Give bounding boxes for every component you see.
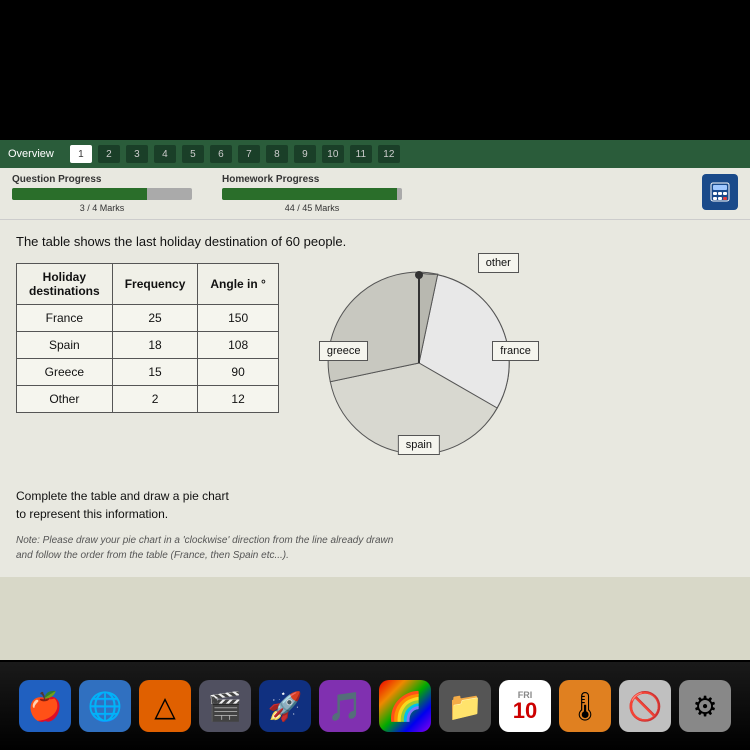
nav-num-4[interactable]: 4	[154, 145, 176, 163]
table-row: Greece 15 90	[17, 359, 279, 386]
dock-calendar[interactable]: FRI 10	[499, 680, 551, 732]
col-header-angle: Angle in °	[198, 264, 278, 305]
nav-num-5[interactable]: 5	[182, 145, 204, 163]
homework-progress-value: 44 / 45 Marks	[222, 203, 402, 213]
question-progress-value: 3 / 4 Marks	[12, 203, 192, 213]
homework-progress-fill	[222, 188, 397, 200]
dock-safari[interactable]: 🌐	[79, 680, 131, 732]
dock-finder[interactable]: 🍎	[19, 680, 71, 732]
dock-launchpad[interactable]: 🚀	[259, 680, 311, 732]
calculator-icon[interactable]	[702, 174, 738, 210]
question-text: The table shows the last holiday destina…	[16, 234, 734, 249]
pie-label-other: other	[478, 253, 519, 273]
nav-num-7[interactable]: 7	[238, 145, 260, 163]
cell-greece-angle: 90	[198, 359, 278, 386]
pie-chart-container: other france greece spain	[309, 253, 529, 473]
cell-other: Other	[17, 386, 113, 413]
cell-other-angle: 12	[198, 386, 278, 413]
question-progress-label: Question Progress	[12, 174, 192, 185]
pie-label-france: france	[492, 341, 539, 361]
table-row: Spain 18 108	[17, 332, 279, 359]
question-progress-fill	[12, 188, 147, 200]
nav-num-3[interactable]: 3	[126, 145, 148, 163]
nav-num-6[interactable]: 6	[210, 145, 232, 163]
homework-progress-block: Homework Progress 44 / 45 Marks	[222, 174, 402, 213]
cell-other-freq: 2	[112, 386, 198, 413]
nav-num-9[interactable]: 9	[294, 145, 316, 163]
dock-weather[interactable]: 🌡	[559, 680, 611, 732]
content-area: The table shows the last holiday destina…	[0, 220, 750, 577]
cell-spain-angle: 108	[198, 332, 278, 359]
nav-num-12[interactable]: 12	[378, 145, 400, 163]
dock-no[interactable]: 🚫	[619, 680, 671, 732]
question-progress-block: Question Progress 3 / 4 Marks	[12, 174, 192, 213]
dock-files[interactable]: 📁	[439, 680, 491, 732]
table-chart-row: Holidaydestinations Frequency Angle in °…	[16, 263, 734, 473]
dock-appstore[interactable]: △	[139, 680, 191, 732]
dock-siri[interactable]: 🎵	[319, 680, 371, 732]
homework-progress-bar	[222, 188, 402, 200]
col-header-frequency: Frequency	[112, 264, 198, 305]
cell-france-freq: 25	[112, 305, 198, 332]
homework-progress-label: Homework Progress	[222, 174, 402, 185]
cell-greece: Greece	[17, 359, 113, 386]
nav-bar: Overview 1 2 3 4 5 6 7 8 9 10 11 12	[0, 140, 750, 168]
nav-num-1[interactable]: 1	[70, 145, 92, 163]
nav-num-8[interactable]: 8	[266, 145, 288, 163]
nav-num-10[interactable]: 10	[322, 145, 344, 163]
data-table: Holidaydestinations Frequency Angle in °…	[16, 263, 279, 413]
nav-num-2[interactable]: 2	[98, 145, 120, 163]
cell-spain-freq: 18	[112, 332, 198, 359]
cell-france-angle: 150	[198, 305, 278, 332]
note-text: Note: Please draw your pie chart in a 'c…	[16, 533, 734, 563]
dock-color[interactable]: 🌈	[379, 680, 431, 732]
nav-overview[interactable]: Overview	[8, 148, 54, 160]
table-row: France 25 150	[17, 305, 279, 332]
dock-settings[interactable]: ⚙	[679, 680, 731, 732]
cell-spain: Spain	[17, 332, 113, 359]
dock: 🍎 🌐 △ 🎬 🚀 🎵 🌈 📁 FRI 10 🌡 🚫 ⚙	[0, 662, 750, 750]
pie-label-spain: spain	[398, 435, 440, 455]
complete-instruction: Complete the table and draw a pie chartt…	[16, 487, 734, 523]
cell-france: France	[17, 305, 113, 332]
cell-greece-freq: 15	[112, 359, 198, 386]
nav-num-11[interactable]: 11	[350, 145, 372, 163]
progress-section: Question Progress 3 / 4 Marks Homework P…	[0, 168, 750, 220]
dock-photos[interactable]: 🎬	[199, 680, 251, 732]
col-header-destinations: Holidaydestinations	[17, 264, 113, 305]
question-progress-bar	[12, 188, 192, 200]
pie-label-greece: greece	[319, 341, 369, 361]
table-row: Other 2 12	[17, 386, 279, 413]
